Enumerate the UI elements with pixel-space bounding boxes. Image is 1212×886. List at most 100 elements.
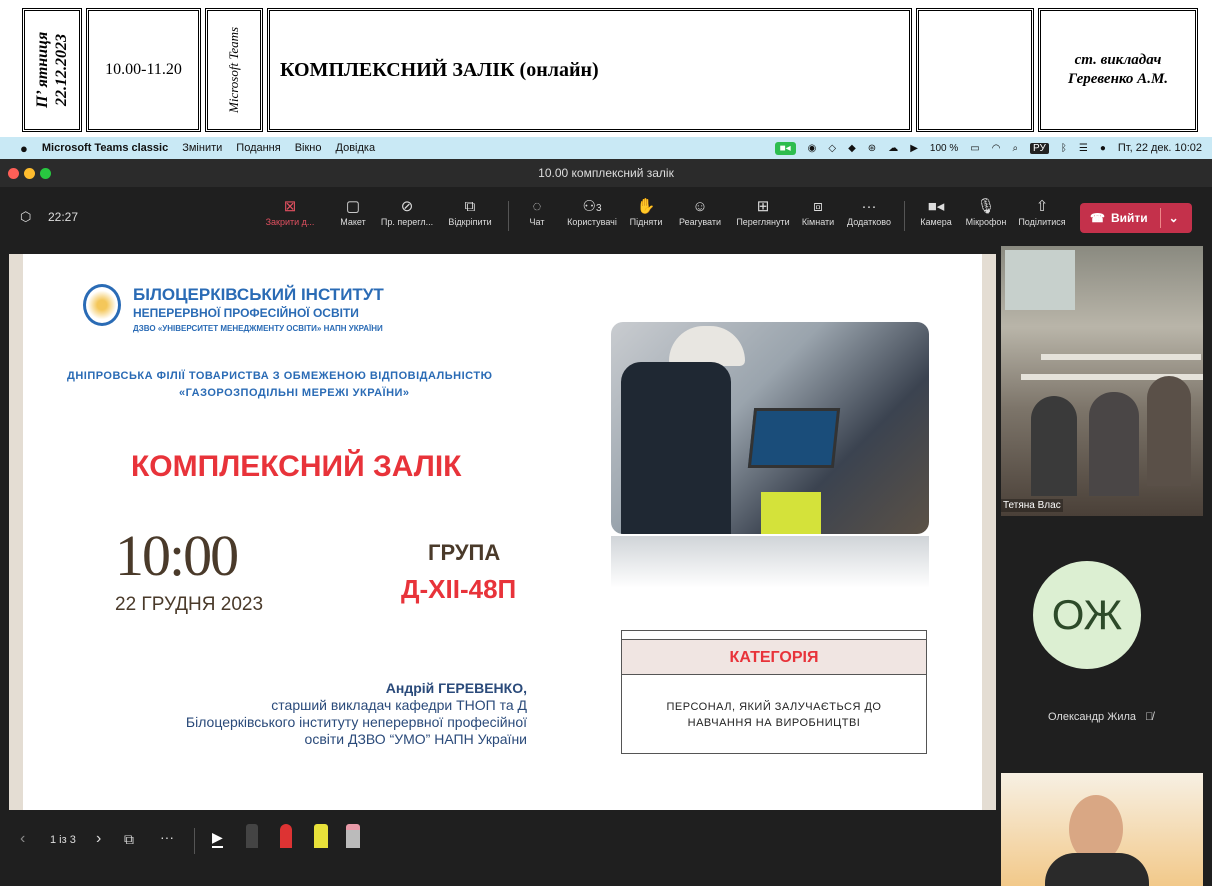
share-icon: ⇧ [1035, 198, 1049, 215]
next-slide-icon[interactable]: › [96, 830, 101, 848]
schedule-subject: КОМПЛЕКСНИЙ ЗАЛІК (онлайн) [280, 58, 599, 81]
slide-title: КОМПЛЕКСНИЙ ЗАЛІК [131, 450, 462, 483]
wifi-icon[interactable]: ◠ [992, 143, 1001, 154]
cloud-icon[interactable]: ☁ [888, 143, 898, 154]
meeting-timer: 22:27 [48, 210, 79, 224]
exam-date: 22 ГРУДНЯ 2023 [115, 594, 264, 615]
worker-photo [611, 322, 929, 534]
participant-name-oleksandr: Олександр Жила [1048, 711, 1137, 723]
chat-button[interactable]: ◌ Чат [522, 197, 552, 227]
institute-parent: ДЗВО «УНІВЕРСИТЕТ МЕНЕДЖМЕНТУ ОСВІТИ» НА… [133, 324, 383, 333]
keyboard-layout[interactable]: РУ [1030, 142, 1049, 154]
laptop-shape [747, 408, 841, 468]
shield-icon[interactable]: ◇ [828, 143, 836, 154]
apple-icon[interactable]: ● [20, 141, 28, 156]
view-button[interactable]: ⊞ Переглянути [730, 197, 796, 227]
schedule-day-cell: П’ ятниця 22.12.2023 [22, 8, 82, 132]
more-button[interactable]: ··· Додатково [842, 197, 896, 227]
author-name: Андрій ГЕРЕВЕНКО, [385, 680, 527, 696]
exam-time: 10:00 [115, 523, 239, 588]
close-window-button[interactable] [8, 168, 19, 179]
eraser-icon[interactable] [346, 824, 360, 848]
rooms-icon: ⧈ [813, 198, 823, 215]
schedule-platform-cell: Microsoft Teams [205, 8, 263, 132]
more-options-icon[interactable]: ··· [160, 829, 174, 845]
bluetooth-icon[interactable]: ᛒ [1061, 143, 1067, 154]
organization-name: ДНІПРОВСЬКА ФІЛІЇ ТОВАРИСТВА З ОБМЕЖЕНОЮ… [67, 370, 493, 382]
raise-hand-button[interactable]: ✋ Підняти [624, 197, 668, 227]
hide-icon: ⊘ [400, 198, 414, 215]
microphone-button[interactable]: 🎙 Мікрофон [960, 197, 1012, 227]
person-shape [1147, 376, 1191, 486]
participant-video-presenter[interactable] [1001, 773, 1203, 886]
person-shape [1031, 396, 1077, 496]
photo-reflection [611, 536, 929, 588]
menubar-clock[interactable]: Пт, 22 дек. 10:02 [1118, 142, 1202, 154]
participant-video-tetiana[interactable]: Тетяна Влас [1001, 246, 1203, 516]
layout-button[interactable]: ▢ Макет [334, 197, 372, 227]
leave-divider [1159, 208, 1161, 228]
menu-app-name[interactable]: Microsoft Teams classic [42, 142, 168, 154]
participant-avatar-oleksandr[interactable]: ОЖ [1033, 561, 1141, 669]
schedule-platform: Microsoft Teams [226, 26, 241, 114]
group-label: ГРУПА [428, 540, 501, 565]
schedule-time-cell: 10.00-11.20 [86, 8, 201, 132]
pen-black-icon[interactable] [246, 824, 258, 848]
react-button[interactable]: ☺ Реагувати [674, 197, 726, 227]
prev-slide-icon[interactable]: ‹ [20, 830, 25, 848]
classroom-desk [1041, 354, 1201, 360]
schedule-empty-cell [916, 8, 1034, 132]
control-center-icon[interactable]: ☰ [1079, 143, 1088, 154]
menu-item-window[interactable]: Вікно [295, 142, 322, 154]
pointer-tool-icon[interactable]: ▶ [212, 829, 223, 848]
schedule-time: 10.00-11.20 [105, 61, 182, 78]
organization-quote: «ГАЗОРОЗПОДІЛЬНІ МЕРЕЖІ УКРАЇНИ» [179, 387, 410, 399]
people-icon: ⚇3 [582, 198, 602, 215]
minimize-window-button[interactable] [24, 168, 35, 179]
category-header: КАТЕГОРІЯ [622, 639, 926, 675]
participant-name-tetiana: Тетяна Влас [1001, 499, 1063, 512]
chevron-down-icon[interactable]: ⌄ [1169, 211, 1179, 225]
smile-icon: ☺ [692, 198, 708, 215]
schedule-day: П’ ятниця [34, 31, 51, 109]
rooms-button[interactable]: ⧈ Кімнати [796, 197, 840, 227]
leave-label: Вийти [1110, 211, 1148, 225]
play-icon[interactable]: ▶ [910, 143, 918, 154]
leave-button[interactable]: ☎ Вийти ⌄ [1080, 203, 1192, 233]
category-box: КАТЕГОРІЯ ПЕРСОНАЛ, ЯКИЙ ЗАЛУЧАЄТЬСЯ ДО … [621, 630, 927, 754]
layout-icon: ▢ [345, 198, 361, 215]
participant-name-oleksandr-row: Олександр Жила 🎙̸ [1048, 711, 1153, 723]
facetime-icon[interactable]: ■◂ [774, 141, 796, 155]
pen-red-icon[interactable] [280, 824, 292, 848]
menu-item-edit[interactable]: Змінити [182, 142, 222, 154]
sync-icon[interactable]: ⊛ [868, 143, 876, 154]
siri-icon[interactable]: ● [1100, 143, 1106, 154]
hand-icon: ✋ [636, 198, 656, 215]
schedule-date: 22.12.2023 [53, 34, 70, 106]
status-icon[interactable]: ◉ [808, 143, 817, 154]
search-icon[interactable]: ⌕ [1012, 143, 1018, 154]
group-code: Д-ХІІ-48П [401, 574, 517, 604]
maximize-window-button[interactable] [40, 168, 51, 179]
menu-item-help[interactable]: Довідка [336, 142, 376, 154]
grid-view-icon[interactable]: ⧉ [124, 831, 134, 848]
vpn-icon[interactable]: ◆ [848, 143, 856, 154]
view-icon: ⊞ [756, 198, 770, 215]
share-button[interactable]: ⇧ Поділитися [1014, 197, 1070, 227]
window-title: 10.00 комплексний залік [538, 166, 674, 180]
schedule-subject-cell: КОМПЛЕКСНИЙ ЗАЛІК (онлайн) [267, 8, 912, 132]
institute-subname: НЕПЕРЕРВНОЇ ПРОФЕСІЙНОЇ ОСВІТИ [133, 306, 359, 320]
hivis-vest [761, 492, 821, 534]
toolbar-divider [508, 201, 509, 231]
popout-button[interactable]: ⧉ Відкріпити [442, 197, 498, 227]
stop-sharing-button[interactable]: ⊠ Закрити д... [260, 197, 320, 227]
battery-icon[interactable]: ▭ [970, 143, 979, 154]
worker-figure [621, 362, 731, 534]
camera-button[interactable]: ■◂ Камера [916, 197, 956, 227]
participants-button[interactable]: ⚇3 Користувачі [562, 197, 622, 227]
menu-item-view[interactable]: Подання [236, 142, 280, 154]
private-view-button[interactable]: ⊘ Пр. перегл... [374, 197, 440, 227]
highlighter-yellow-icon[interactable] [314, 824, 328, 848]
presenter-body [1045, 853, 1149, 886]
mic-icon: 🎙 [976, 198, 996, 215]
